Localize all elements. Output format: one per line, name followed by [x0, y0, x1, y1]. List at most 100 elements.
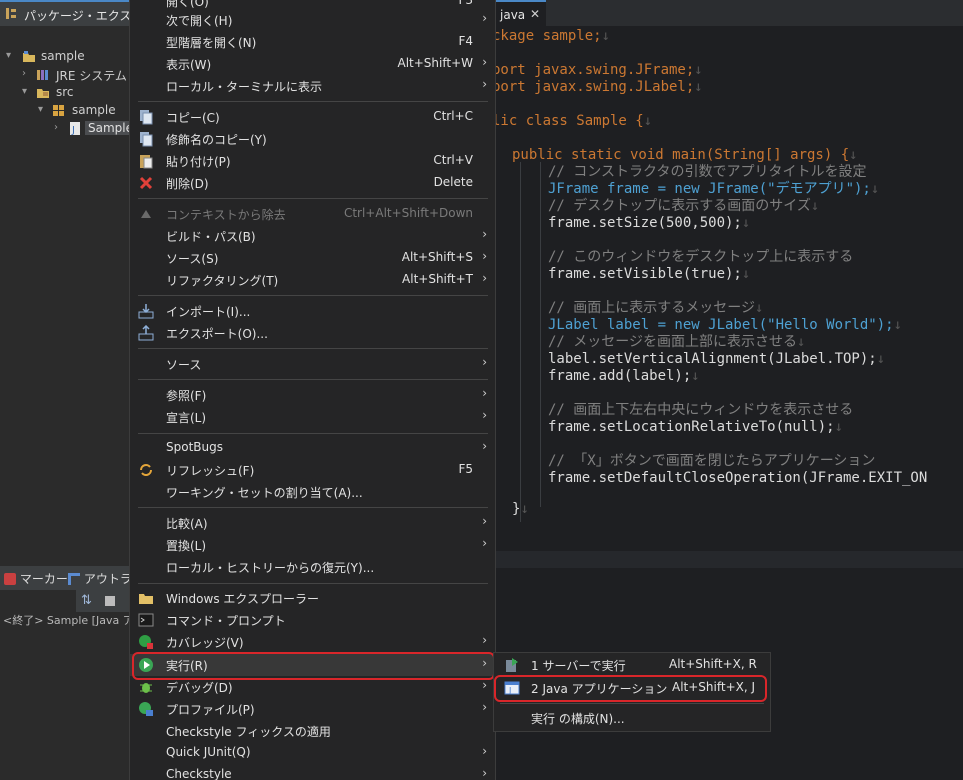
chevron-down-icon[interactable]: ▾ — [38, 104, 48, 115]
menu-item-export[interactable]: エクスポート(O)... — [130, 322, 495, 344]
code-line-text: port javax.swing.JLabel; — [492, 79, 695, 95]
menu-item-shortcut: Ctrl+Alt+Shift+Down — [343, 206, 473, 220]
menu-item-open-type-hierarchy[interactable]: 型階層を開く(N) F4 — [130, 31, 495, 53]
tab-markers[interactable]: マーカー — [4, 570, 68, 587]
stop-icon[interactable] — [105, 596, 115, 606]
chevron-right-icon: › — [482, 55, 487, 69]
refresh-icon[interactable]: ⇅ — [81, 593, 92, 608]
current-line-highlight — [490, 551, 963, 568]
menu-item-label: 型階層を開く(N) — [166, 36, 257, 50]
menu-item-profile[interactable]: プロファイル(P) › — [130, 698, 495, 720]
profile-icon — [139, 702, 153, 716]
menu-item-label: ソース(S) — [166, 252, 219, 266]
menu-item-coverage[interactable]: カバレッジ(V) › — [130, 631, 495, 653]
menu-item-label: 表示(W) — [166, 58, 212, 72]
menu-item-show-in-terminal[interactable]: ローカル・ターミナルに表示 › — [130, 75, 495, 97]
code-line-text: label.setVerticalAlignment(JLabel.TOP); — [548, 351, 877, 367]
menu-item-refresh[interactable]: リフレッシュ(F) F5 — [130, 459, 495, 481]
menu-item-spotbugs[interactable]: SpotBugs › — [130, 437, 495, 459]
code-line: // このウィンドウをデスクトップ上に表示する — [548, 249, 853, 266]
menu-item-checkstyle-apply-fixes[interactable]: Checkstyle フィックスの適用 — [130, 720, 495, 742]
menu-item-label: SpotBugs — [166, 440, 223, 454]
tree-item-sample-java[interactable]: › J Sample — [54, 120, 136, 138]
menu-item-label: インポート(I)... — [166, 305, 251, 319]
menu-item-windows-explorer[interactable]: Windows エクスプローラー — [130, 587, 495, 609]
menu-item-open-with[interactable]: 次で開く(H) › — [130, 9, 495, 31]
editor-tab-sample-java[interactable]: java ✕ — [490, 0, 546, 26]
chevron-right-icon[interactable]: › — [54, 122, 64, 133]
menu-item-delete[interactable]: 削除(D) Delete — [130, 172, 495, 194]
menu-item-shortcut: Alt+Shift+T — [402, 272, 473, 286]
submenu-item-label: 1 サーバーで実行 — [531, 659, 626, 673]
package-explorer-view: パッケージ・エクスプロー ▾ sample › JRE システム・ラ ▾ src… — [0, 0, 167, 560]
menu-item-replace[interactable]: 置換(L) › — [130, 534, 495, 556]
tree-item-src[interactable]: ▾ src — [22, 84, 135, 102]
menu-item-compare[interactable]: 比較(A) › — [130, 512, 495, 534]
editor-tab-label: java — [500, 8, 526, 22]
menu-item-quick-junit[interactable]: Quick JUnit(Q) › — [130, 742, 495, 764]
run-item-highlight-box — [132, 652, 495, 680]
menu-item-label: Checkstyle フィックスの適用 — [166, 725, 331, 739]
menu-item-label: ローカル・ヒストリーからの復元(Y)... — [166, 561, 375, 575]
tree-item-project[interactable]: ▾ sample — [6, 48, 135, 66]
menu-item-references[interactable]: 参照(F) › — [130, 384, 495, 406]
menu-item-build-path[interactable]: ビルド・パス(B) › — [130, 225, 495, 247]
menu-item-label: Checkstyle — [166, 767, 232, 780]
svg-text:J: J — [71, 125, 75, 135]
menu-item-remove-from-context: コンテキストから除去 Ctrl+Alt+Shift+Down — [130, 203, 495, 225]
menu-item-assign-working-sets[interactable]: ワーキング・セットの割り当て(A)... — [130, 481, 495, 503]
code-line: // 画面上に表示するメッセージ↓ — [548, 300, 764, 316]
code-line-text: // コンストラクタの引数でアプリタイトルを設定 — [548, 164, 867, 180]
code-line: frame.setSize(500,500);↓ — [548, 215, 751, 231]
markers-icon — [4, 573, 16, 585]
chevron-down-icon[interactable]: ▾ — [22, 86, 32, 97]
outline-icon — [68, 573, 80, 585]
menu-item-label: デバッグ(D) — [166, 681, 233, 695]
menu-item-label: ビルド・パス(B) — [166, 230, 256, 244]
tree-item-package[interactable]: ▾ sample — [38, 102, 135, 120]
menu-item-label: 比較(A) — [166, 517, 208, 531]
chevron-right-icon[interactable]: › — [22, 68, 32, 79]
submenu-item-run-on-server[interactable]: 1 サーバーで実行 Alt+Shift+X, R — [494, 654, 770, 676]
paste-icon — [140, 155, 153, 169]
lower-view-stack: マーカー アウトライ ⇅ <終了> Sample [Java アプ — [0, 560, 145, 780]
run-on-server-icon — [506, 658, 518, 672]
tree-item-jre-library[interactable]: › JRE システム・ラ — [22, 66, 151, 84]
menu-item-command-prompt[interactable]: コマンド・プロンプト — [130, 609, 495, 631]
code-line-text: // 画面上に表示するメッセージ — [548, 300, 756, 316]
code-line: frame.add(label);↓ — [548, 368, 700, 384]
code-line: label.setVerticalAlignment(JLabel.TOP);↓ — [548, 351, 886, 367]
menu-item-shortcut: F3 — [458, 0, 473, 7]
chevron-right-icon: › — [482, 766, 487, 780]
code-area[interactable]: ckage sample;↓ port javax.swing.JFrame;↓… — [490, 26, 963, 546]
menu-item-label: カバレッジ(V) — [166, 636, 244, 650]
package-explorer-tab[interactable]: パッケージ・エクスプロー — [0, 0, 167, 26]
code-line: // 画面上下左右中央にウィンドウを表示させる — [548, 402, 853, 419]
chevron-down-icon[interactable]: ▾ — [6, 50, 16, 61]
menu-item-copy-qualified-name[interactable]: 修飾名のコピー(Y) — [130, 128, 495, 150]
submenu-item-run-configurations[interactable]: 実行 の構成(N)... — [494, 707, 770, 729]
code-line-text: frame.setSize(500,500); — [548, 215, 742, 231]
menu-item-paste[interactable]: 貼り付け(P) Ctrl+V — [130, 150, 495, 172]
menu-item-copy[interactable]: コピー(C) Ctrl+C — [130, 106, 495, 128]
menu-separator — [138, 507, 488, 508]
menu-item-import[interactable]: インポート(I)... — [130, 300, 495, 322]
menu-item-shortcut: Alt+Shift+S — [401, 250, 473, 264]
console-toolbar: ⇅ — [76, 590, 135, 612]
menu-item-restore-local-history[interactable]: ローカル・ヒストリーからの復元(Y)... — [130, 556, 495, 578]
menu-item-source-2[interactable]: ソース › — [130, 353, 495, 375]
remove-from-context-icon — [141, 210, 151, 218]
menu-separator — [138, 583, 488, 584]
menu-item-source[interactable]: ソース(S) Alt+Shift+S › — [130, 247, 495, 269]
menu-item-checkstyle[interactable]: Checkstyle › — [130, 764, 495, 780]
menu-item-declarations[interactable]: 宣言(L) › — [130, 406, 495, 428]
copy-icon — [140, 110, 153, 125]
package-icon — [53, 105, 64, 116]
menu-item-show-in[interactable]: 表示(W) Alt+Shift+W › — [130, 53, 495, 75]
menu-item-refactor[interactable]: リファクタリング(T) Alt+Shift+T › — [130, 269, 495, 291]
close-icon[interactable]: ✕ — [530, 7, 540, 21]
menu-item-label: リファクタリング(T) — [166, 274, 279, 288]
menu-item-label: 次で開く(H) — [166, 14, 233, 28]
submenu-separator — [500, 703, 764, 704]
code-line: JLabel label = new JLabel("Hello World")… — [548, 317, 903, 333]
